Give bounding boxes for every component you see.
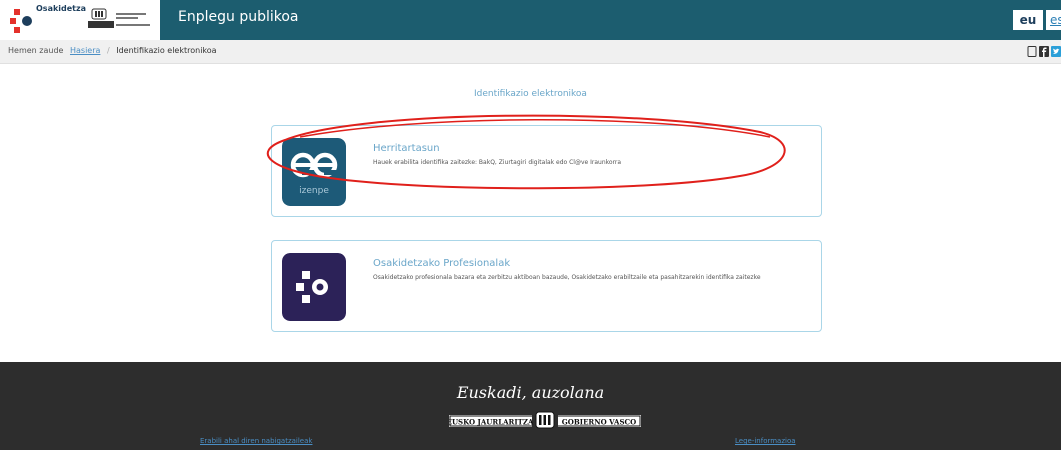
lang-es-link[interactable]: es	[1046, 10, 1061, 30]
breadcrumb-current: Identifikazio elektronikoa	[116, 46, 217, 55]
card-description: Osakidetzako profesionala bazara eta zer…	[373, 274, 761, 281]
breadcrumb-bar: Hemen zaude Hasiera / Identifikazio elek…	[0, 40, 1061, 64]
osakidetza-logo-icon[interactable]	[10, 9, 36, 33]
facebook-icon[interactable]	[1039, 46, 1049, 57]
card-title[interactable]: Herritartasun	[373, 143, 440, 154]
breadcrumb: Hemen zaude Hasiera / Identifikazio elek…	[8, 46, 217, 55]
page-heading: Identifikazio elektronikoa	[474, 89, 587, 99]
footer-motto: Euskadi, auzolana	[456, 383, 605, 402]
badge-left-text: EUSKO JAURLARITZA	[449, 418, 534, 427]
identification-card-professional[interactable]: Osakidetzako Profesionalak Osakidetzako …	[271, 240, 822, 332]
basque-government-emblem-icon	[88, 8, 150, 28]
identification-card-citizen[interactable]: izenpe Herritartasun Hauek erabilita ide…	[271, 125, 822, 217]
osakidetza-logo-icon	[282, 253, 346, 321]
card-description: Hauek erabilita identifika zaitezke: Bak…	[373, 159, 622, 166]
card-title[interactable]: Osakidetzako Profesionalak	[373, 258, 510, 269]
breadcrumb-separator: /	[106, 46, 110, 55]
breadcrumb-prefix: Hemen zaude	[8, 46, 64, 55]
badge-right-text: GOBIERNO VASCO	[562, 418, 636, 427]
supported-browsers-link[interactable]: Erabili ahal diren nabigatzaileak	[200, 437, 312, 445]
app-title: Enplegu publikoa	[178, 9, 299, 25]
top-header: Osakidetza Enplegu publikoa eu es	[0, 0, 1061, 40]
breadcrumb-home-link[interactable]: Hasiera	[70, 46, 100, 55]
logo-area: Osakidetza	[0, 0, 160, 40]
basque-government-badge: EUSKO JAURLARITZA GOBIERNO VASCO	[449, 410, 641, 430]
izenpe-logo-text: izenpe	[299, 186, 329, 196]
org-name: Osakidetza	[36, 4, 87, 13]
footer	[0, 362, 1061, 450]
legal-info-link[interactable]: Lege-informazioa	[735, 437, 796, 445]
mobile-icon[interactable]	[1027, 46, 1037, 57]
share-icons	[1027, 46, 1061, 58]
lang-eu-button[interactable]: eu	[1013, 10, 1043, 30]
twitter-icon[interactable]	[1051, 46, 1061, 57]
